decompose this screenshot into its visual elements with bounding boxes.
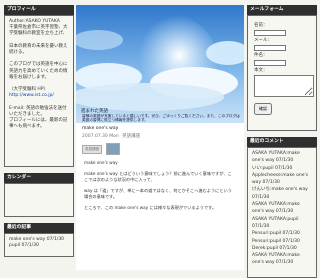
main-content: 進まれた英語 皆様の英語が充実していると嬉しいです。ぜひ、ごゆっくりご覧ください… <box>76 5 244 270</box>
comment-link[interactable]: ASAKA YUTAKA:make one's way 07/1/30 <box>252 201 312 216</box>
hero-banner: 進まれた英語 皆様の英語が充実していると嬉しいです。ぜひ、ごゆっくりご覧ください… <box>76 5 244 123</box>
mail-form: 名前： メール： 件名： 本文： 確認 <box>247 15 317 131</box>
name-label: 名前： <box>254 23 268 28</box>
profile-box: Author:ASAKO YUTAKA 千葉県佐倉市に英字習塾、大学受験科の教室… <box>4 15 74 167</box>
mail-label: メール： <box>254 38 272 43</box>
comment-link[interactable]: Derek:pupil 07/1/30 <box>252 245 312 252</box>
profile-heading: プロフィール <box>4 5 74 15</box>
comment-link[interactable]: Pensuri:pupil 07/1/30 <box>252 230 312 237</box>
confirm-button[interactable]: 確認 <box>254 103 272 115</box>
recent-comments-heading: 最近のコメント <box>247 137 317 147</box>
mail-form-heading: メールフォーム <box>247 5 317 15</box>
recent-articles-heading: 最近の記事 <box>4 223 74 233</box>
post-date: 2007.07.30 Mon <box>82 134 119 139</box>
calendar-box <box>4 183 74 217</box>
body-input[interactable] <box>254 75 314 97</box>
post-paragraph: make one's way <box>84 160 118 165</box>
profile-line-3: このブログでは英語を中心に英語力を高めていくための情報をお届けします。 <box>9 62 68 80</box>
post-meta: make one's way 2007.07.30 Mon 英語講座 英語講座 <box>76 123 244 158</box>
comment-link[interactable]: ASAKA YUTAKA:make one's way 07/1/30 <box>252 150 312 165</box>
comment-link[interactable]: Pensuri:pupil 07/1/30 <box>252 238 312 245</box>
subject-label: 件名： <box>254 53 268 58</box>
post-paragraph: make one's way とはどういう意味でしょう？前に進んでいく意味ですが… <box>84 171 232 182</box>
post-paragraph: ところで、この make one's way には様々な表現がでいるようです。 <box>84 205 217 210</box>
comment-link[interactable]: Applecheese:make one's way 07/1/30 <box>252 172 312 187</box>
comment-link[interactable]: けんいち:make one's way 07/1/30 <box>252 186 312 201</box>
recent-comments: ASAKA YUTAKA:make one's way 07/1/30 いい:p… <box>247 147 317 278</box>
mail-input[interactable] <box>254 45 286 51</box>
sky-cloud-banner <box>76 5 244 123</box>
calendar-heading: カレンダー <box>4 173 74 183</box>
thumbnail-image <box>106 143 121 155</box>
profile-line-6: E-mail: 英語の勉強法を送付いただきました。 <box>9 105 67 118</box>
body-label: 本文： <box>254 68 268 73</box>
post-paragraph: way は「道」ですが、単に一本の道ではなく、何とかそこへ進むようにという場合の… <box>84 188 232 199</box>
comment-link[interactable]: ASAKA YUTAKA:pupil 07/1/30 <box>252 216 312 231</box>
profile-url-link[interactable]: http://www.ist.co.jp/ <box>9 93 69 99</box>
category-tag[interactable]: 英語講座 <box>82 144 103 154</box>
hero-caption: 皆様の英語が充実していると嬉しいです。ぜひ、ごゆっくりご覧ください。また、このブ… <box>82 114 240 123</box>
comment-link[interactable]: ASAKA YUTAKA:make one's way 07/1/30 <box>252 252 312 267</box>
comment-link[interactable]: いい:pupil 07/1/30 <box>252 165 312 172</box>
post-title[interactable]: make one's way <box>82 126 238 131</box>
right-sidebar: メールフォーム 名前： メール： 件名： 本文： 確認 最近のコメント ASAK… <box>247 5 317 278</box>
profile-line-7: プロフィールには、最新の記事へも飛べます。 <box>9 118 68 130</box>
post-body: make one's way make one's way とはどういう意味でし… <box>76 158 244 218</box>
left-sidebar: プロフィール Author:ASAKO YUTAKA 千葉県佐倉市に英字習塾、大… <box>4 5 74 270</box>
profile-line-2: 日本の教育の未来を憂い教え続ける。 <box>9 43 68 56</box>
recent-article-link[interactable]: pupil 07/1/30 <box>9 243 69 249</box>
subject-input[interactable] <box>254 60 286 66</box>
name-input[interactable] <box>254 30 286 36</box>
profile-line-1: 千葉県佐倉市に英字習塾、大学受験科の教室を立ち上げ、 <box>9 25 68 37</box>
recent-articles-box: make one's way 07/1/30 pupil 07/1/30 <box>4 233 74 257</box>
post-category[interactable]: 英語講座 <box>122 134 140 139</box>
